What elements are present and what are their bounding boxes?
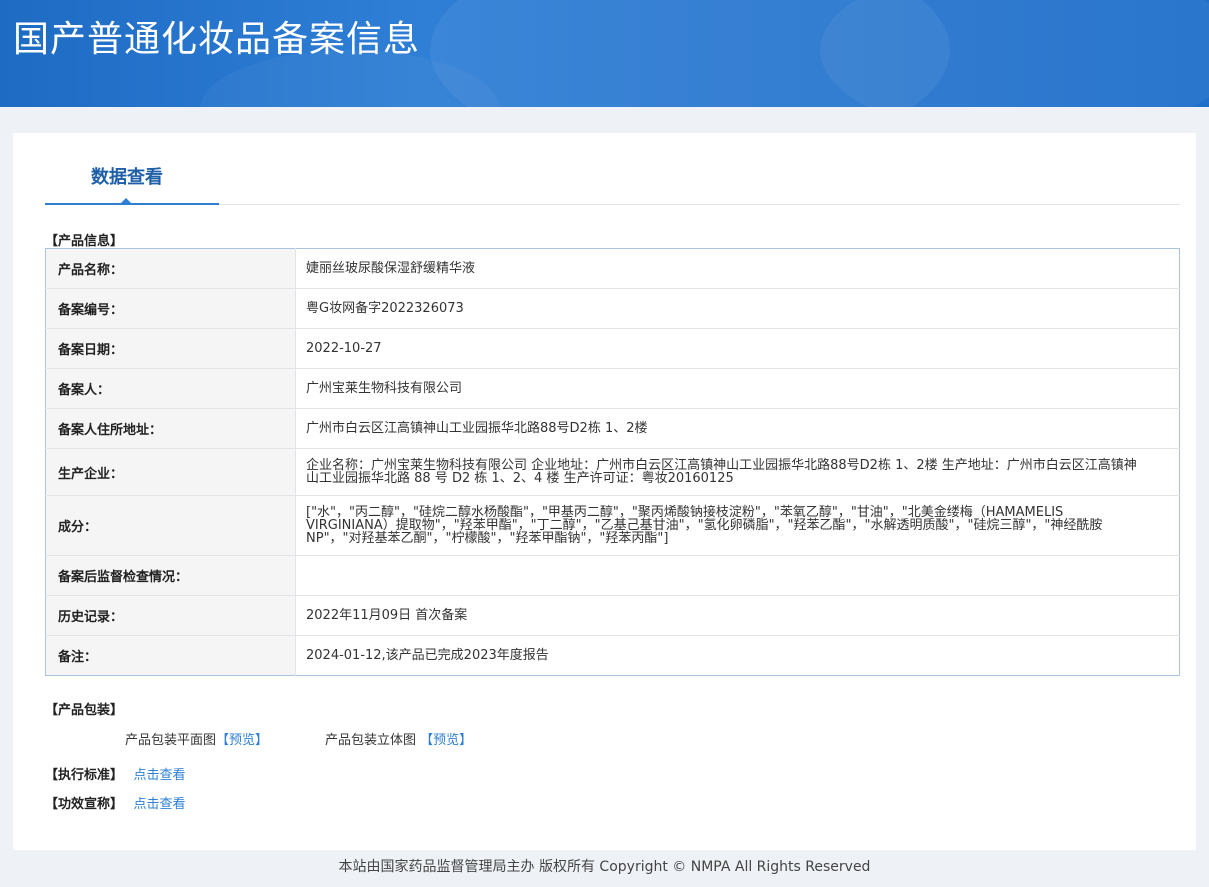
section-title-product-info: 【产品信息】 xyxy=(45,234,124,249)
active-tab-indicator xyxy=(120,198,132,204)
packaging-solid-item: 产品包装立体图 【预览】 xyxy=(325,729,472,748)
table-row: 备案日期： 2022-10-27 xyxy=(45,328,1180,369)
product-info-table: 产品名称： 婕丽丝玻尿酸保湿舒缓精华液 备案编号： 粤G妆网备字20223260… xyxy=(45,248,1180,676)
header-banner: 国产普通化妆品备案信息 xyxy=(0,0,1209,107)
footer-copyright: 本站由国家药品监督管理局主办 版权所有 Copyright © NMPA All… xyxy=(338,859,871,875)
table-row: 备注： 2024-01-12,该产品已完成2023年度报告 xyxy=(45,635,1180,676)
table-row: 历史记录： 2022年11月09日 首次备案 xyxy=(45,595,1180,636)
row-label: 备案编号： xyxy=(45,288,296,329)
row-value: 粤G妆网备字2022326073 xyxy=(295,288,1180,329)
packaging-solid-label: 产品包装立体图 xyxy=(325,733,417,748)
row-label: 备案人： xyxy=(45,368,296,409)
efficacy-view-link[interactable]: 点击查看 xyxy=(134,797,186,812)
row-value: 广州宝莱生物科技有限公司 xyxy=(295,368,1180,409)
banner-decoration xyxy=(820,0,1209,107)
row-label: 备注： xyxy=(45,635,296,676)
row-value: 婕丽丝玻尿酸保湿舒缓精华液 xyxy=(295,248,1180,289)
packaging-flat-item: 产品包装平面图【预览】 xyxy=(125,729,268,748)
row-label: 备案人住所地址： xyxy=(45,408,296,449)
packaging-solid-preview-link[interactable]: 【预览】 xyxy=(420,733,472,748)
table-row: 备案后监督检查情况： xyxy=(45,555,1180,596)
row-value: 2022-10-27 xyxy=(295,328,1180,369)
row-value xyxy=(295,555,1180,596)
row-value: 企业名称：广州宝莱生物科技有限公司 企业地址：广州市白云区江高镇神山工业园振华北… xyxy=(295,448,1180,496)
table-row: 备案编号： 粤G妆网备字2022326073 xyxy=(45,288,1180,329)
table-row: 产品名称： 婕丽丝玻尿酸保湿舒缓精华液 xyxy=(45,248,1180,289)
table-row: 备案人住所地址： 广州市白云区江高镇神山工业园振华北路88号D2栋 1、2楼 xyxy=(45,408,1180,449)
row-value: 2024-01-12,该产品已完成2023年度报告 xyxy=(306,648,549,663)
content-panel: 数据查看 【产品信息】 产品名称： 婕丽丝玻尿酸保湿舒缓精华液 备案编号： 粤G… xyxy=(13,133,1196,850)
tab-label: 数据查看 xyxy=(91,167,163,188)
row-label: 备案日期： xyxy=(45,328,296,369)
section-title-packaging: 【产品包装】 xyxy=(45,703,124,718)
packaging-flat-preview-link[interactable]: 【预览】 xyxy=(216,733,268,748)
section-efficacy: 【功效宣称】 点击查看 xyxy=(45,793,186,812)
section-title-standard: 【执行标准】 xyxy=(45,768,124,783)
row-label: 产品名称： xyxy=(45,248,296,289)
section-standard: 【执行标准】 点击查看 xyxy=(45,764,186,783)
row-label: 生产企业： xyxy=(45,448,296,496)
tab-bar: 数据查看 xyxy=(45,133,1180,205)
row-label: 历史记录： xyxy=(45,595,296,636)
row-label: 备案后监督检查情况： xyxy=(45,555,296,596)
table-row: 生产企业： 企业名称：广州宝莱生物科技有限公司 企业地址：广州市白云区江高镇神山… xyxy=(45,448,1180,496)
row-value: 广州市白云区江高镇神山工业园振华北路88号D2栋 1、2楼 xyxy=(295,408,1180,449)
packaging-flat-label: 产品包装平面图 xyxy=(125,733,217,748)
row-label: 成分： xyxy=(45,495,296,556)
section-title-efficacy: 【功效宣称】 xyxy=(45,797,124,812)
tab-data-view[interactable]: 数据查看 xyxy=(45,133,219,205)
standard-view-link[interactable]: 点击查看 xyxy=(134,768,186,783)
table-row: 成分： ["水"，"丙二醇"，"硅烷二醇水杨酸酯"，"甲基丙二醇"，"聚丙烯酸钠… xyxy=(45,495,1180,556)
row-value: 2022年11月09日 首次备案 xyxy=(295,595,1180,636)
table-row: 备案人： 广州宝莱生物科技有限公司 xyxy=(45,368,1180,409)
row-value: ["水"，"丙二醇"，"硅烷二醇水杨酸酯"，"甲基丙二醇"，"聚丙烯酸钠接枝淀粉… xyxy=(295,495,1180,556)
page-title: 国产普通化妆品备案信息 xyxy=(13,19,421,60)
